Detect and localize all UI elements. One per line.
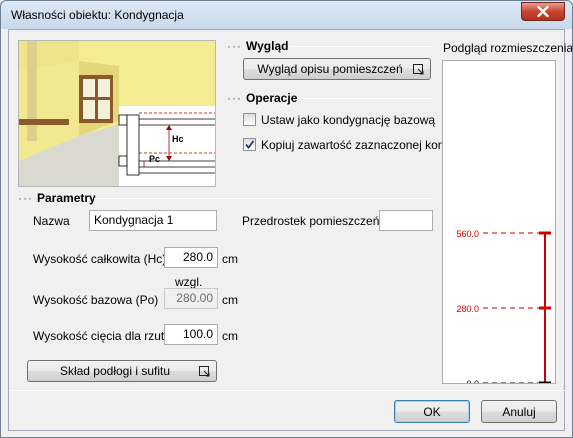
level-label: 560.0 <box>456 229 479 239</box>
cancel-button[interactable]: Anuluj <box>481 400 557 423</box>
pc-label: Pc <box>149 154 161 164</box>
cut-height-label: Wysokość cięcia dla rzutu <box>33 329 171 343</box>
popup-arrow-icon <box>199 366 210 380</box>
base-height-label: Wysokość bazowa (Po) <box>33 293 159 307</box>
wyglad-section-header: ··· Wygląd <box>227 39 288 53</box>
level-marker: 560.0 <box>456 229 551 239</box>
level-tick <box>539 306 551 310</box>
set-base-storey-checkbox[interactable] <box>243 113 256 126</box>
close-icon <box>537 6 549 17</box>
cut-height-unit: cm <box>222 329 238 343</box>
operacje-divider <box>299 98 432 99</box>
total-height-input[interactable]: 280.0 <box>164 247 218 268</box>
level-diagram: 560.0 280.0 0.0 <box>456 229 551 389</box>
building-section-image <box>19 41 215 186</box>
level-marker: 0.0 <box>466 379 551 389</box>
level-tick <box>539 381 551 385</box>
floor-ceiling-composition-label: Skład podłogi i sufitu <box>59 364 171 378</box>
popup-arrow-icon <box>413 64 424 78</box>
total-height-unit: cm <box>222 252 238 266</box>
level-label: 280.0 <box>456 304 479 314</box>
section-dots-icon: ··· <box>227 39 242 53</box>
copy-storey-content-label[interactable]: Kopiuj zawartość zaznaczonej kond. <box>261 138 454 152</box>
parametry-divider <box>94 198 432 199</box>
placement-preview-title: Podgląd rozmieszczenia <box>443 41 573 55</box>
level-label: 0.0 <box>466 379 479 383</box>
name-label: Nazwa <box>33 214 70 228</box>
operacje-section-header: ··· Operacje <box>227 91 297 105</box>
dialog-body: Hc Pc ··· Wygląd Wygląd opisu pomieszcze… <box>8 29 572 431</box>
name-input[interactable]: Kondygnacja 1 <box>89 210 217 231</box>
checkmark-icon <box>245 140 255 149</box>
wyglad-section-title: Wygląd <box>246 39 289 53</box>
relative-label: wzgl. <box>175 275 203 289</box>
level-tick <box>539 231 551 235</box>
ok-button[interactable]: OK <box>394 400 470 423</box>
set-base-storey-label[interactable]: Ustaw jako kondygnację bazową <box>261 113 435 127</box>
close-button[interactable] <box>521 2 565 21</box>
floor-illustration: Hc Pc <box>18 40 216 187</box>
section-dots-icon: ··· <box>227 91 242 105</box>
room-prefix-label: Przedrostek pomieszczeń <box>242 214 380 228</box>
footer-divider <box>9 390 566 391</box>
copy-storey-content-checkbox[interactable] <box>243 138 256 151</box>
total-height-label: Wysokość całkowita (Hc) <box>33 252 167 266</box>
parametry-section-header: ··· Parametry <box>18 191 96 205</box>
section-dots-icon: ··· <box>18 191 33 205</box>
hc-label: Hc <box>172 134 184 144</box>
dialog-window: Własności obiektu: Kondygnacja Hc Pc ···… <box>0 0 573 438</box>
base-height-input: 280.00 <box>164 288 218 309</box>
base-height-unit: cm <box>222 293 238 307</box>
operacje-section-title: Operacje <box>246 91 298 105</box>
floor-ceiling-composition-button[interactable]: Skład podłogi i sufitu <box>27 360 217 382</box>
room-description-style-button[interactable]: Wygląd opisu pomieszczeń <box>243 58 431 80</box>
wyglad-divider <box>289 46 432 47</box>
room-description-style-label: Wygląd opisu pomieszczeń <box>257 62 403 76</box>
window-title: Własności obiektu: Kondygnacja <box>11 8 184 22</box>
parametry-section-title: Parametry <box>37 191 96 205</box>
title-bar[interactable]: Własności obiektu: Kondygnacja <box>1 1 572 29</box>
level-marker: 280.0 <box>456 304 551 314</box>
placement-preview-panel: 560.0 280.0 0.0 <box>442 60 556 389</box>
cut-height-input[interactable]: 100.0 <box>164 324 218 345</box>
room-prefix-input[interactable] <box>379 210 433 231</box>
